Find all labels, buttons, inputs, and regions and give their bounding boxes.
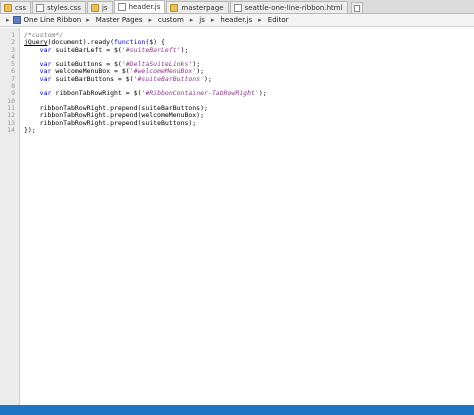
- file-icon: [36, 3, 45, 12]
- code-token: suiteBarLeft = $(: [51, 45, 122, 54]
- tab-header-js[interactable]: header.js: [113, 0, 166, 13]
- code-token: ribbonTabRowRight = $(: [51, 89, 142, 98]
- chevron-right-icon: ▸: [189, 16, 194, 24]
- code-line[interactable]: var suiteBarButtons = $('#suiteBarButton…: [24, 74, 267, 83]
- tab-label: header.js: [128, 3, 161, 11]
- breadcrumb-item[interactable]: custom: [155, 16, 187, 24]
- file-icon: [233, 3, 242, 12]
- code-token: ribbonTabRowRight.prepend(suiteButtons);: [24, 118, 197, 127]
- tab-label: js: [101, 3, 108, 12]
- code-line[interactable]: ribbonTabRowRight.prepend(suiteButtons);: [24, 118, 267, 127]
- chevron-right-icon: ▸: [148, 16, 152, 24]
- tab-css[interactable]: css: [0, 1, 32, 13]
- folder-icon: [90, 3, 99, 12]
- code-line[interactable]: var suiteBarLeft = $('#suiteBarLeft');: [24, 45, 267, 54]
- new-tab-button[interactable]: [350, 2, 363, 13]
- tab-seattle-one-line-ribbon-html[interactable]: seattle-one-line-ribbon.html: [229, 1, 348, 13]
- tab-label: masterpage: [181, 3, 224, 12]
- folder-icon: [170, 3, 179, 12]
- code-token: var: [39, 74, 52, 83]
- code-token: '#suiteBarButtons': [133, 74, 205, 83]
- tab-styles-css[interactable]: styles.css: [32, 1, 86, 13]
- code-line[interactable]: var ribbonTabRowRight = $('#RibbonContai…: [24, 90, 267, 97]
- code-token: suiteBarButtons = $(: [51, 74, 134, 83]
- line-number: 5: [11, 60, 15, 69]
- code-token: '#suiteBarLeft': [121, 45, 181, 54]
- breadcrumb-item[interactable]: js: [196, 16, 208, 24]
- breadcrumb: ▸ One Line Ribbon ▸ Master Pages ▸ custom ▸ js ▸…: [0, 14, 474, 27]
- code-token: var: [39, 89, 52, 98]
- line-number: 1: [11, 31, 15, 39]
- line-number: 3: [11, 45, 15, 54]
- breadcrumb-item[interactable]: Master Pages: [93, 16, 146, 24]
- code-token: );: [204, 74, 212, 83]
- code-line[interactable]: });: [24, 125, 267, 134]
- chevron-right-icon: ▸: [210, 16, 215, 24]
- code-token: );: [180, 45, 189, 54]
- tab-label: css: [15, 3, 27, 12]
- code-token: '#RibbonContainer-TabRowRight': [141, 89, 259, 98]
- line-number: 8: [11, 82, 15, 91]
- line-number: 4: [11, 52, 15, 61]
- breadcrumb-site[interactable]: ▸ One Line Ribbon: [0, 16, 83, 24]
- code-area[interactable]: /*custom*/jQuery(document).ready(functio…: [20, 28, 267, 405]
- breadcrumb-label: One Line Ribbon: [23, 16, 82, 24]
- site-icon: [12, 16, 21, 24]
- tab-js[interactable]: js: [86, 1, 113, 13]
- chevron-right-icon: ▸: [6, 16, 10, 24]
- line-number: 2: [11, 38, 15, 47]
- code-token: });: [24, 125, 36, 134]
- status-bar: [0, 405, 474, 415]
- breadcrumb-item[interactable]: header.js: [217, 16, 255, 24]
- code-editor[interactable]: 1 2 3 4 5 6 7 8 9 10 11 12 13 14 /*custom*/jQuery(doc…: [0, 28, 474, 405]
- line-number: 6: [11, 67, 15, 76]
- breadcrumb-item[interactable]: Editor: [265, 16, 292, 24]
- line-number: 7: [11, 74, 15, 83]
- chevron-right-icon: ▸: [86, 16, 90, 24]
- tab-label: seattle-one-line-ribbon.html: [244, 3, 343, 12]
- file-icon: [117, 3, 126, 11]
- new-file-icon: [353, 4, 360, 12]
- code-token: var: [39, 45, 52, 54]
- tab-masterpage[interactable]: masterpage: [166, 1, 229, 13]
- tab-strip: css styles.css js header.js masterpage seattl…: [0, 0, 474, 14]
- code-token: );: [258, 89, 267, 98]
- folder-icon: [4, 3, 12, 12]
- line-number-gutter: 1 2 3 4 5 6 7 8 9 10 11 12 13 14: [0, 28, 20, 405]
- tab-label: styles.css: [47, 3, 81, 12]
- chevron-right-icon: ▸: [258, 16, 262, 24]
- line-number: 14: [7, 125, 15, 134]
